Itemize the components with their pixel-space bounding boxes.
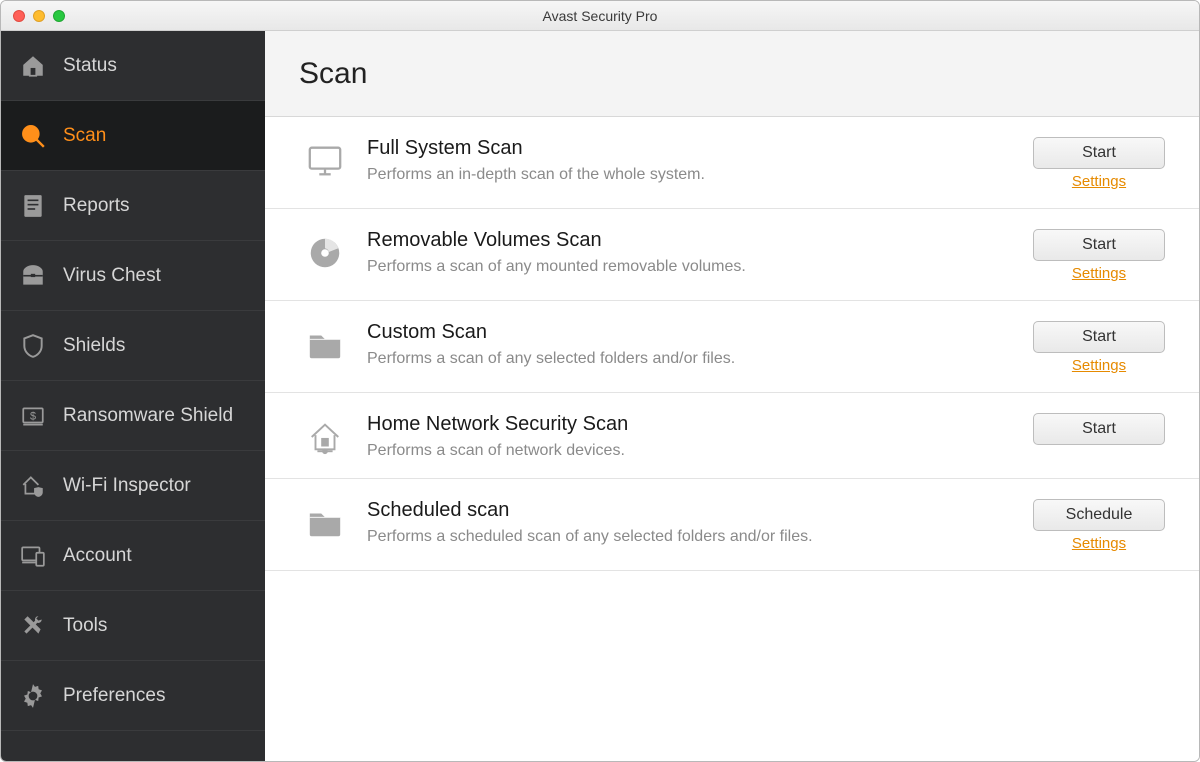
sidebar-item-shields[interactable]: Shields [1, 311, 265, 381]
page-title: Scan [299, 57, 367, 91]
sidebar-item-virus-chest[interactable]: Virus Chest [1, 241, 265, 311]
magnifier-icon [19, 122, 47, 150]
ransomware-shield-icon: $ [19, 402, 47, 430]
tools-icon [19, 612, 47, 640]
sidebar-item-preferences[interactable]: Preferences [1, 661, 265, 731]
sidebar-item-label: Shields [63, 335, 125, 357]
monitor-icon [305, 141, 345, 181]
wifi-shield-icon [19, 472, 47, 500]
scan-row-full-system: Full System Scan Performs an in-depth sc… [265, 117, 1199, 209]
sidebar-item-label: Tools [63, 615, 107, 637]
settings-link[interactable]: Settings [1072, 173, 1126, 190]
folder-icon [305, 503, 345, 543]
sidebar: Status Scan Reports Virus Chest [1, 31, 265, 761]
schedule-button[interactable]: Schedule [1033, 499, 1165, 531]
sidebar-item-label: Status [63, 55, 117, 77]
scan-title: Full System Scan [367, 137, 1007, 160]
devices-icon [19, 542, 47, 570]
sidebar-item-reports[interactable]: Reports [1, 171, 265, 241]
scan-row-removable-volumes: Removable Volumes Scan Performs a scan o… [265, 209, 1199, 301]
scan-desc: Performs an in-depth scan of the whole s… [367, 166, 1007, 184]
chest-icon [19, 262, 47, 290]
sidebar-item-label: Preferences [63, 685, 165, 707]
window-body: Status Scan Reports Virus Chest [1, 31, 1199, 761]
scan-title: Custom Scan [367, 321, 1007, 344]
sidebar-item-label: Scan [63, 125, 106, 147]
main-panel: Scan Full System Scan Performs an in-dep… [265, 31, 1199, 761]
settings-link[interactable]: Settings [1072, 357, 1126, 374]
settings-link[interactable]: Settings [1072, 535, 1126, 552]
disc-icon [305, 233, 345, 273]
app-window: Avast Security Pro Status Scan Repor [0, 0, 1200, 762]
document-icon [19, 192, 47, 220]
start-button[interactable]: Start [1033, 413, 1165, 445]
sidebar-item-account[interactable]: Account [1, 521, 265, 591]
sidebar-item-label: Virus Chest [63, 265, 161, 287]
gear-icon [19, 682, 47, 710]
settings-link[interactable]: Settings [1072, 265, 1126, 282]
start-button[interactable]: Start [1033, 321, 1165, 353]
scan-desc: Performs a scan of network devices. [367, 442, 1007, 460]
scan-desc: Performs a scan of any mounted removable… [367, 258, 1007, 276]
main-header: Scan [265, 31, 1199, 117]
scan-desc: Performs a scheduled scan of any selecte… [367, 528, 1007, 546]
scan-title: Scheduled scan [367, 499, 1007, 522]
scan-row-home-network: Home Network Security Scan Performs a sc… [265, 393, 1199, 479]
home-network-icon [305, 417, 345, 457]
sidebar-item-status[interactable]: Status [1, 31, 265, 101]
titlebar: Avast Security Pro [1, 1, 1199, 31]
sidebar-item-wifi-inspector[interactable]: Wi-Fi Inspector [1, 451, 265, 521]
sidebar-item-label: Wi-Fi Inspector [63, 475, 191, 497]
home-icon [19, 52, 47, 80]
sidebar-item-tools[interactable]: Tools [1, 591, 265, 661]
scan-title: Removable Volumes Scan [367, 229, 1007, 252]
scan-row-scheduled: Scheduled scan Performs a scheduled scan… [265, 479, 1199, 571]
scan-title: Home Network Security Scan [367, 413, 1007, 436]
sidebar-item-scan[interactable]: Scan [1, 101, 265, 171]
sidebar-item-label: Ransomware Shield [63, 405, 233, 427]
shield-icon [19, 332, 47, 360]
svg-text:$: $ [30, 410, 36, 422]
window-title: Avast Security Pro [1, 8, 1199, 24]
folder-icon [305, 325, 345, 365]
start-button[interactable]: Start [1033, 229, 1165, 261]
scan-row-custom: Custom Scan Performs a scan of any selec… [265, 301, 1199, 393]
sidebar-item-ransomware-shield[interactable]: $ Ransomware Shield [1, 381, 265, 451]
scan-desc: Performs a scan of any selected folders … [367, 350, 1007, 368]
sidebar-item-label: Reports [63, 195, 130, 217]
start-button[interactable]: Start [1033, 137, 1165, 169]
sidebar-item-label: Account [63, 545, 132, 567]
scan-list: Full System Scan Performs an in-depth sc… [265, 117, 1199, 761]
